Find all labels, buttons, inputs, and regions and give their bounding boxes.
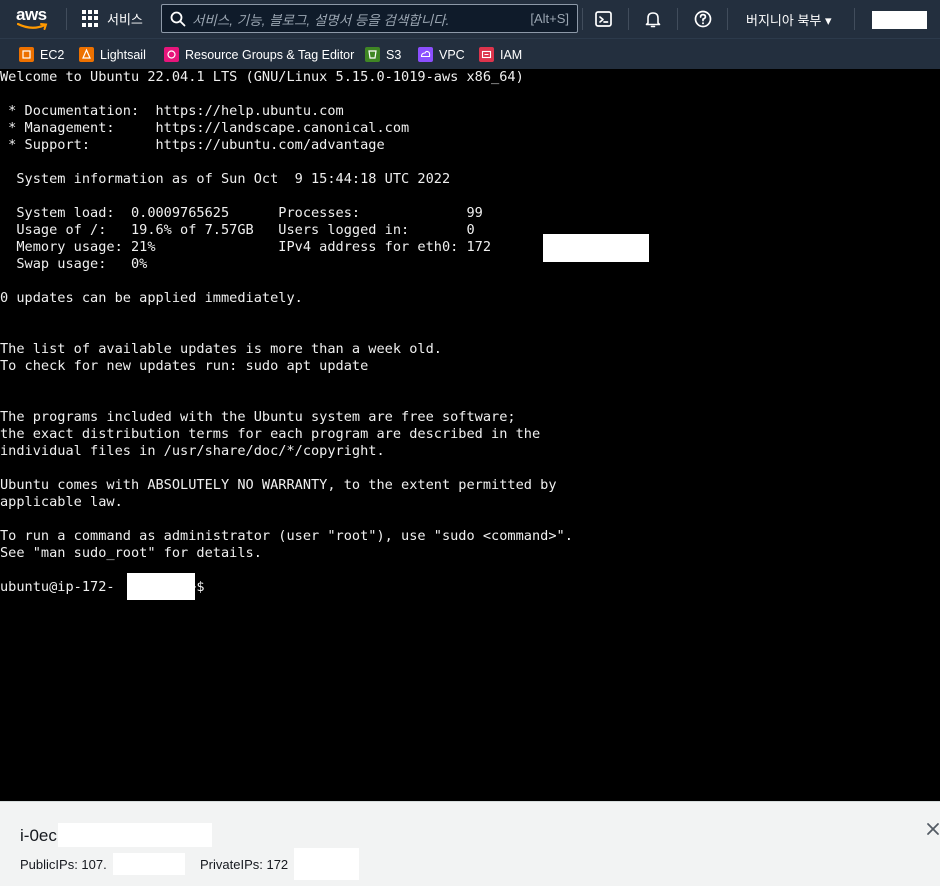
- terminal-line: Swap usage: 0%: [0, 256, 148, 272]
- favorite-lightsail[interactable]: Lightsail: [79, 47, 146, 62]
- vpc-service-icon: [418, 47, 433, 62]
- favorite-label: Lightsail: [100, 47, 146, 62]
- resource-groups-service-icon: [164, 47, 179, 62]
- terminal-console[interactable]: Welcome to Ubuntu 22.04.1 LTS (GNU/Linux…: [0, 69, 940, 801]
- favorite-label: VPC: [439, 47, 465, 62]
- favorite-label: IAM: [500, 47, 523, 62]
- terminal-line: * Management: https://landscape.canonica…: [0, 120, 410, 136]
- nav-divider: [677, 8, 678, 30]
- favorite-vpc[interactable]: VPC: [418, 47, 465, 62]
- services-menu-button[interactable]: 서비스: [82, 9, 143, 28]
- terminal-line: individual files in /usr/share/doc/*/cop…: [0, 443, 385, 459]
- lightsail-service-icon: [79, 47, 94, 62]
- aws-smile-icon: [17, 22, 48, 30]
- search-input[interactable]: 서비스, 기능, 블로그, 설명서 등을 검색합니다. [Alt+S]: [161, 4, 578, 33]
- terminal-line: To run a command as administrator (user …: [0, 528, 573, 544]
- nav-divider: [628, 8, 629, 30]
- terminal-line: 0 updates can be applied immediately.: [0, 290, 303, 306]
- redacted-private-ip: [294, 848, 359, 880]
- account-menu-redacted[interactable]: [872, 11, 927, 29]
- terminal-line: The programs included with the Ubuntu sy…: [0, 409, 516, 425]
- services-label: 서비스: [107, 12, 143, 27]
- aws-logo-text: aws: [16, 5, 47, 24]
- help-icon[interactable]: [693, 9, 713, 29]
- terminal-line: The list of available updates is more th…: [0, 341, 442, 357]
- public-ip: PublicIPs: 107.: [20, 857, 107, 872]
- favorite-label: S3: [386, 47, 402, 62]
- favorite-iam[interactable]: IAM: [479, 47, 522, 62]
- notifications-bell-icon[interactable]: [643, 9, 663, 29]
- iam-service-icon: [479, 47, 494, 62]
- terminal-line: See "man sudo_root" for details.: [0, 545, 262, 561]
- instance-id: i-0ec: [20, 826, 57, 845]
- redacted-public-ip: [113, 853, 185, 875]
- terminal-line: * Documentation: https://help.ubuntu.com: [0, 103, 344, 119]
- terminal-line: System load: 0.0009765625 Processes: 99: [0, 205, 483, 221]
- favorite-label: Resource Groups & Tag Editor: [185, 47, 355, 62]
- search-icon: [170, 11, 186, 26]
- favorite-label: EC2: [40, 47, 65, 62]
- nav-divider: [854, 8, 855, 30]
- search-shortcut: [Alt+S]: [530, 11, 569, 26]
- redacted-ipv4: [543, 234, 649, 262]
- cloudshell-icon[interactable]: [594, 9, 614, 29]
- terminal-line: applicable law.: [0, 494, 123, 510]
- top-navigation: aws 서비스 서비스, 기능, 블로그, 설명서 등을 검색합니다. [Alt…: [0, 0, 940, 38]
- ec2-service-icon: [19, 47, 34, 62]
- close-icon[interactable]: [926, 822, 940, 836]
- favorites-bar: EC2 Lightsail Resource Groups & Tag Edit…: [0, 38, 940, 69]
- terminal-line: Memory usage: 21% IPv4 address for eth0:…: [0, 239, 492, 255]
- terminal-line: the exact distribution terms for each pr…: [0, 426, 541, 442]
- instance-info-panel: i-0ec PublicIPs: 107. PrivateIPs: 172: [0, 801, 940, 886]
- terminal-line: System information as of Sun Oct 9 15:44…: [0, 171, 451, 187]
- redacted-instance-id: [58, 823, 212, 847]
- terminal-line: Ubuntu comes with ABSOLUTELY NO WARRANTY…: [0, 477, 557, 493]
- terminal-line: To check for new updates run: sudo apt u…: [0, 358, 369, 374]
- favorite-s3[interactable]: S3: [365, 47, 401, 62]
- terminal-line: Welcome to Ubuntu 22.04.1 LTS (GNU/Linux…: [0, 69, 524, 85]
- nav-divider: [582, 8, 583, 30]
- terminal-line: * Support: https://ubuntu.com/advantage: [0, 137, 385, 153]
- private-ip: PrivateIPs: 172: [200, 857, 289, 872]
- favorite-resource-groups[interactable]: Resource Groups & Tag Editor: [164, 47, 354, 62]
- search-placeholder: 서비스, 기능, 블로그, 설명서 등을 검색합니다.: [192, 12, 450, 28]
- region-selector[interactable]: 버지니아 북부 ▾: [746, 10, 832, 29]
- s3-service-icon: [365, 47, 380, 62]
- grid-menu-icon: [82, 9, 100, 28]
- redacted-hostname: [127, 573, 195, 600]
- aws-logo[interactable]: aws: [16, 5, 50, 33]
- terminal-line: Usage of /: 19.6% of 7.57GB Users logged…: [0, 222, 475, 238]
- favorite-ec2[interactable]: EC2: [19, 47, 64, 62]
- nav-divider: [727, 8, 728, 30]
- nav-divider: [66, 8, 67, 30]
